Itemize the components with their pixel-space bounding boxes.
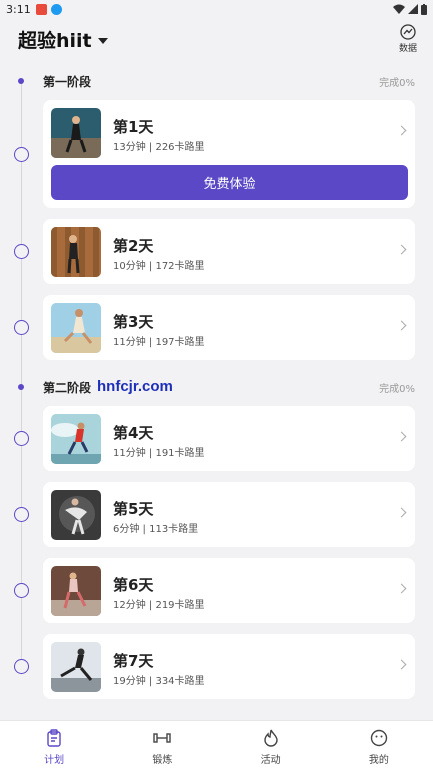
day-title: 第4天 <box>113 424 154 442</box>
dumbbell-icon <box>153 733 172 743</box>
tab-plan[interactable]: 计划 <box>0 721 108 770</box>
day-title: 第6天 <box>113 576 154 594</box>
day-card[interactable]: 第2天 10分钟 | 172卡路里 <box>43 219 415 284</box>
day-meta: 12分钟 | 219卡路里 <box>113 600 205 611</box>
bottom-tab-bar: 计划 锻炼 活动 我的 <box>0 720 433 770</box>
clipboard-icon <box>47 729 61 747</box>
day-title: 第3天 <box>113 313 154 331</box>
stage-dot <box>18 384 24 390</box>
tab-label: 我的 <box>368 755 389 766</box>
day-meta: 19分钟 | 334卡路里 <box>113 676 205 687</box>
tab-activity[interactable]: 活动 <box>217 721 325 770</box>
workout-thumbnail <box>51 566 101 616</box>
day-meta: 11分钟 | 197卡路里 <box>113 337 205 348</box>
day-meta: 13分钟 | 226卡路里 <box>113 142 205 153</box>
chevron-right-icon <box>396 507 407 518</box>
chevron-right-icon <box>396 659 407 670</box>
day-card[interactable]: 第6天 12分钟 | 219卡路里 <box>43 558 415 623</box>
day-title: 第7天 <box>113 652 154 670</box>
workout-thumbnail <box>51 303 101 353</box>
stage-header: 第一阶段 完成0% <box>0 71 433 91</box>
stage-progress: 完成0% <box>379 78 415 89</box>
timeline-node <box>14 147 29 162</box>
status-bar: 3:11 <box>0 0 433 18</box>
timeline-line <box>21 80 22 670</box>
day-card[interactable]: 第5天 6分钟 | 113卡路里 <box>43 482 415 547</box>
page-title: 超验hiit <box>18 30 92 52</box>
chevron-right-icon <box>396 244 407 255</box>
notification-download-icon <box>50 3 62 15</box>
day-meta: 11分钟 | 191卡路里 <box>113 448 205 459</box>
day-card[interactable]: 第1天 13分钟 | 226卡路里 免费体验 <box>43 100 415 208</box>
tab-label: 锻炼 <box>152 755 173 766</box>
timeline-node <box>14 583 29 598</box>
tab-label: 计划 <box>44 755 65 766</box>
stage-header: 第二阶段 完成0% <box>0 377 433 397</box>
workout-thumbnail <box>51 642 101 692</box>
day-title: 第2天 <box>113 237 154 255</box>
tab-label: 活动 <box>260 755 281 766</box>
smiley-icon <box>370 729 388 747</box>
day-card[interactable]: 第3天 11分钟 | 197卡路里 <box>43 295 415 360</box>
day-meta: 6分钟 | 113卡路里 <box>113 524 199 535</box>
header: 超验hiit 数据 <box>0 18 433 62</box>
day-card[interactable]: 第4天 11分钟 | 191卡路里 <box>43 406 415 471</box>
tab-workout[interactable]: 锻炼 <box>108 721 216 770</box>
timeline-node <box>14 507 29 522</box>
stage-dot <box>18 78 24 84</box>
chart-trend-icon <box>400 24 416 40</box>
chevron-right-icon <box>396 431 407 442</box>
timeline-node <box>14 659 29 674</box>
workout-thumbnail <box>51 490 101 540</box>
data-button-label: 数据 <box>398 44 417 54</box>
stage-title: 第二阶段 <box>43 381 92 395</box>
tab-profile[interactable]: 我的 <box>325 721 433 770</box>
status-time: 3:11 <box>6 2 31 16</box>
notification-app-icon <box>35 3 47 15</box>
workout-thumbnail <box>51 108 101 158</box>
timeline-node <box>14 244 29 259</box>
day-card[interactable]: 第7天 19分钟 | 334卡路里 <box>43 634 415 699</box>
timeline-node <box>14 431 29 446</box>
signal-icon <box>408 4 418 14</box>
chevron-right-icon <box>396 583 407 594</box>
free-trial-button[interactable]: 免费体验 <box>51 165 408 200</box>
stage-title: 第一阶段 <box>43 75 92 89</box>
chevron-right-icon <box>396 320 407 331</box>
caret-down-icon <box>97 37 108 44</box>
flame-icon <box>263 729 278 747</box>
chevron-right-icon <box>396 125 407 136</box>
stage-progress: 完成0% <box>379 384 415 395</box>
data-button[interactable]: 数据 <box>395 24 421 54</box>
plan-selector[interactable]: 超验hiit <box>18 26 108 53</box>
workout-thumbnail <box>51 414 101 464</box>
battery-icon <box>421 3 427 15</box>
day-meta: 10分钟 | 172卡路里 <box>113 261 205 272</box>
day-title: 第5天 <box>113 500 154 518</box>
wifi-icon <box>393 4 405 14</box>
workout-thumbnail <box>51 227 101 277</box>
day-title: 第1天 <box>113 118 154 136</box>
timeline-node <box>14 320 29 335</box>
watermark-text: hnfcjr.com <box>97 378 173 395</box>
